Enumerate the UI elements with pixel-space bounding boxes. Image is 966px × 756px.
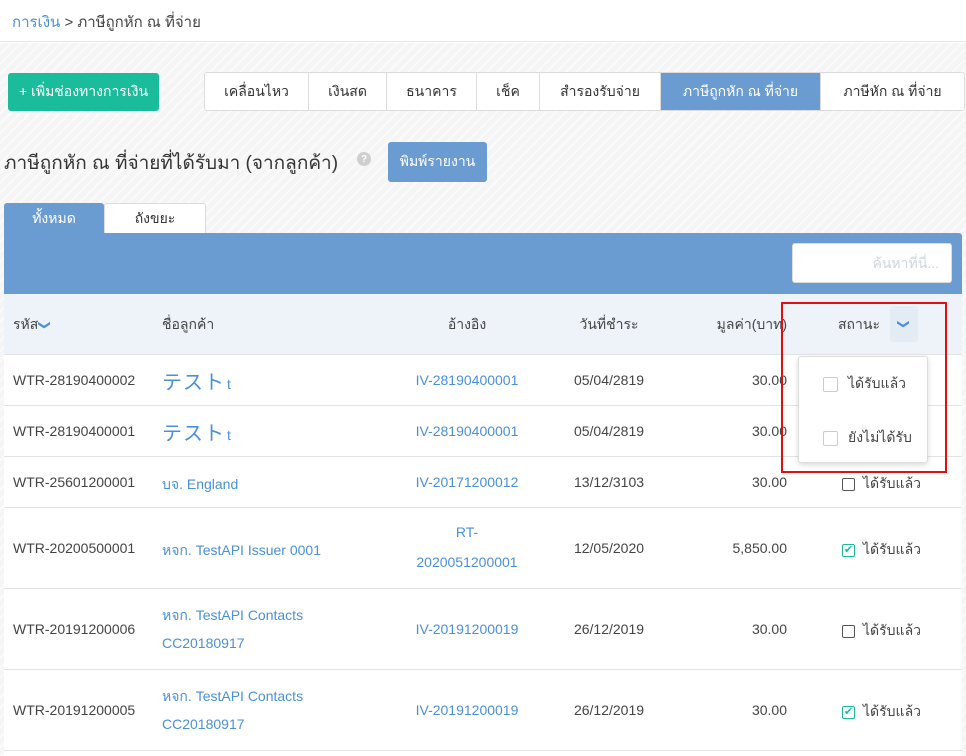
status-checkbox[interactable] xyxy=(842,477,855,491)
table-row[interactable]: WTR-20200500001 หจก. TestAPI Issuer 0001… xyxy=(4,508,962,589)
breadcrumb-current: ภาษีถูกหัก ณ ที่จ่าย xyxy=(77,14,201,31)
row-customer-name: テスト xyxy=(162,372,225,394)
help-icon[interactable]: ? xyxy=(357,152,371,166)
row-date: 12/05/2020 xyxy=(573,540,645,556)
search-input[interactable] xyxy=(792,243,952,283)
finance-tabs: เคลื่อนไหว เงินสด ธนาคาร เช็ค สำรองรับจ่… xyxy=(204,72,965,111)
breadcrumb-separator: > xyxy=(60,14,78,31)
header-customer[interactable]: ชื่อลูกค้า xyxy=(162,314,214,336)
tab-cheque[interactable]: เช็ค xyxy=(477,73,540,110)
row-date: 26/12/2019 xyxy=(573,621,645,637)
row-amount: 30.00 xyxy=(751,423,787,439)
header-amount[interactable]: มูลค่า(บาท) xyxy=(684,314,787,336)
page-title: ภาษีถูกหัก ณ ที่จ่ายที่ได้รับมา (จากลูกค… xyxy=(4,153,339,174)
row-code: WTR-20191200005 xyxy=(13,702,136,718)
row-customer[interactable]: หจก. TestAPI Issuer 0001 xyxy=(162,540,321,562)
row-status: ✔ ได้รับแล้ว xyxy=(842,701,921,723)
row-date: 13/12/3103 xyxy=(573,474,645,490)
row-status: ได้รับแล้ว xyxy=(842,473,921,495)
row-date: 26/12/2019 xyxy=(573,702,645,718)
row-amount: 30.00 xyxy=(751,372,787,388)
table-row[interactable]: WTR-20191200005 หจก. TestAPI Contacts CC… xyxy=(4,670,962,751)
row-reference-line2[interactable]: 2020051200001 xyxy=(407,554,527,570)
row-reference[interactable]: IV-28190400001 xyxy=(407,372,527,388)
breadcrumb: การเงิน > ภาษีถูกหัก ณ ที่จ่าย xyxy=(12,10,201,34)
row-reference[interactable]: IV-20191200019 xyxy=(407,702,527,718)
row-amount: 30.00 xyxy=(751,702,787,718)
row-code: WTR-20200500001 xyxy=(13,540,136,556)
header-reference[interactable]: อ้างอิง xyxy=(407,314,527,336)
row-customer[interactable]: หจก. TestAPI Contacts xyxy=(162,605,303,627)
row-code: WTR-20191200006 xyxy=(13,621,136,637)
header-date[interactable]: วันที่ชำระ xyxy=(564,314,654,336)
row-date: 05/04/2819 xyxy=(573,372,645,388)
status-checkbox[interactable]: ✔ xyxy=(842,705,855,719)
row-code: WTR-28190400002 xyxy=(13,372,136,388)
tab-bank[interactable]: ธนาคาร xyxy=(387,73,477,110)
row-customer-suffix: t xyxy=(227,376,232,392)
row-reference[interactable]: IV-20191200019 xyxy=(407,621,527,637)
status-checkbox[interactable] xyxy=(842,624,855,638)
tab-movement[interactable]: เคลื่อนไหว xyxy=(205,73,309,110)
row-customer-name: テスト xyxy=(162,423,225,445)
subtab-all[interactable]: ทั้งหมด xyxy=(4,203,104,234)
row-status-label: ได้รับแล้ว xyxy=(863,622,922,638)
row-customer-line2[interactable]: CC20180917 xyxy=(162,635,245,651)
table-row[interactable]: WTR-20191200006 หจก. TestAPI Contacts CC… xyxy=(4,589,962,670)
row-customer-suffix: t xyxy=(227,427,232,443)
header-code-label: รหัส xyxy=(13,316,39,332)
row-status-label: ได้รับแล้ว xyxy=(863,541,922,557)
row-amount: 30.00 xyxy=(751,621,787,637)
breadcrumb-finance-link[interactable]: การเงิน xyxy=(12,14,60,31)
row-reference[interactable]: IV-28190400001 xyxy=(407,423,527,439)
row-reference[interactable]: RT- xyxy=(407,524,527,540)
row-status: ✔ ได้รับแล้ว xyxy=(842,539,921,561)
row-code: WTR-25601200001 xyxy=(13,474,136,490)
tab-withholding-received[interactable]: ภาษีถูกหัก ณ ที่จ่าย xyxy=(661,73,821,110)
annotation-highlight-box xyxy=(781,302,947,473)
row-amount: 30.00 xyxy=(751,474,787,490)
row-code: WTR-28190400001 xyxy=(13,423,136,439)
row-customer-line2[interactable]: CC20180917 xyxy=(162,716,245,732)
status-checkbox[interactable]: ✔ xyxy=(842,543,855,557)
row-customer[interactable]: テスト t xyxy=(162,417,232,446)
row-customer[interactable]: หจก. TestAPI Contacts xyxy=(162,686,303,708)
tab-withholding-paid[interactable]: ภาษีหัก ณ ที่จ่าย xyxy=(821,73,964,110)
print-report-button[interactable]: พิมพ์รายงาน xyxy=(388,142,487,182)
tab-cash[interactable]: เงินสด xyxy=(309,73,387,110)
top-bar: การเงิน > ภาษีถูกหัก ณ ที่จ่าย xyxy=(0,0,966,42)
chevron-down-icon: ❯ xyxy=(38,319,53,331)
row-date: 05/04/2819 xyxy=(573,423,645,439)
row-status-label: ได้รับแล้ว xyxy=(863,703,922,719)
row-amount: 5,850.00 xyxy=(732,540,788,556)
header-code[interactable]: รหัส❯ xyxy=(13,314,53,336)
row-status: ได้รับแล้ว xyxy=(842,620,921,642)
row-customer[interactable]: บจ. England xyxy=(162,474,238,496)
row-customer[interactable]: テスト t xyxy=(162,366,232,395)
row-status-label: ได้รับแล้ว xyxy=(863,475,922,491)
tab-petty-cash[interactable]: สำรองรับจ่าย xyxy=(540,73,661,110)
add-finance-channel-button[interactable]: + เพิ่มช่องทางการเงิน xyxy=(8,73,159,111)
subtab-trash[interactable]: ถังขยะ xyxy=(104,203,206,234)
row-reference[interactable]: IV-20171200012 xyxy=(407,474,527,490)
